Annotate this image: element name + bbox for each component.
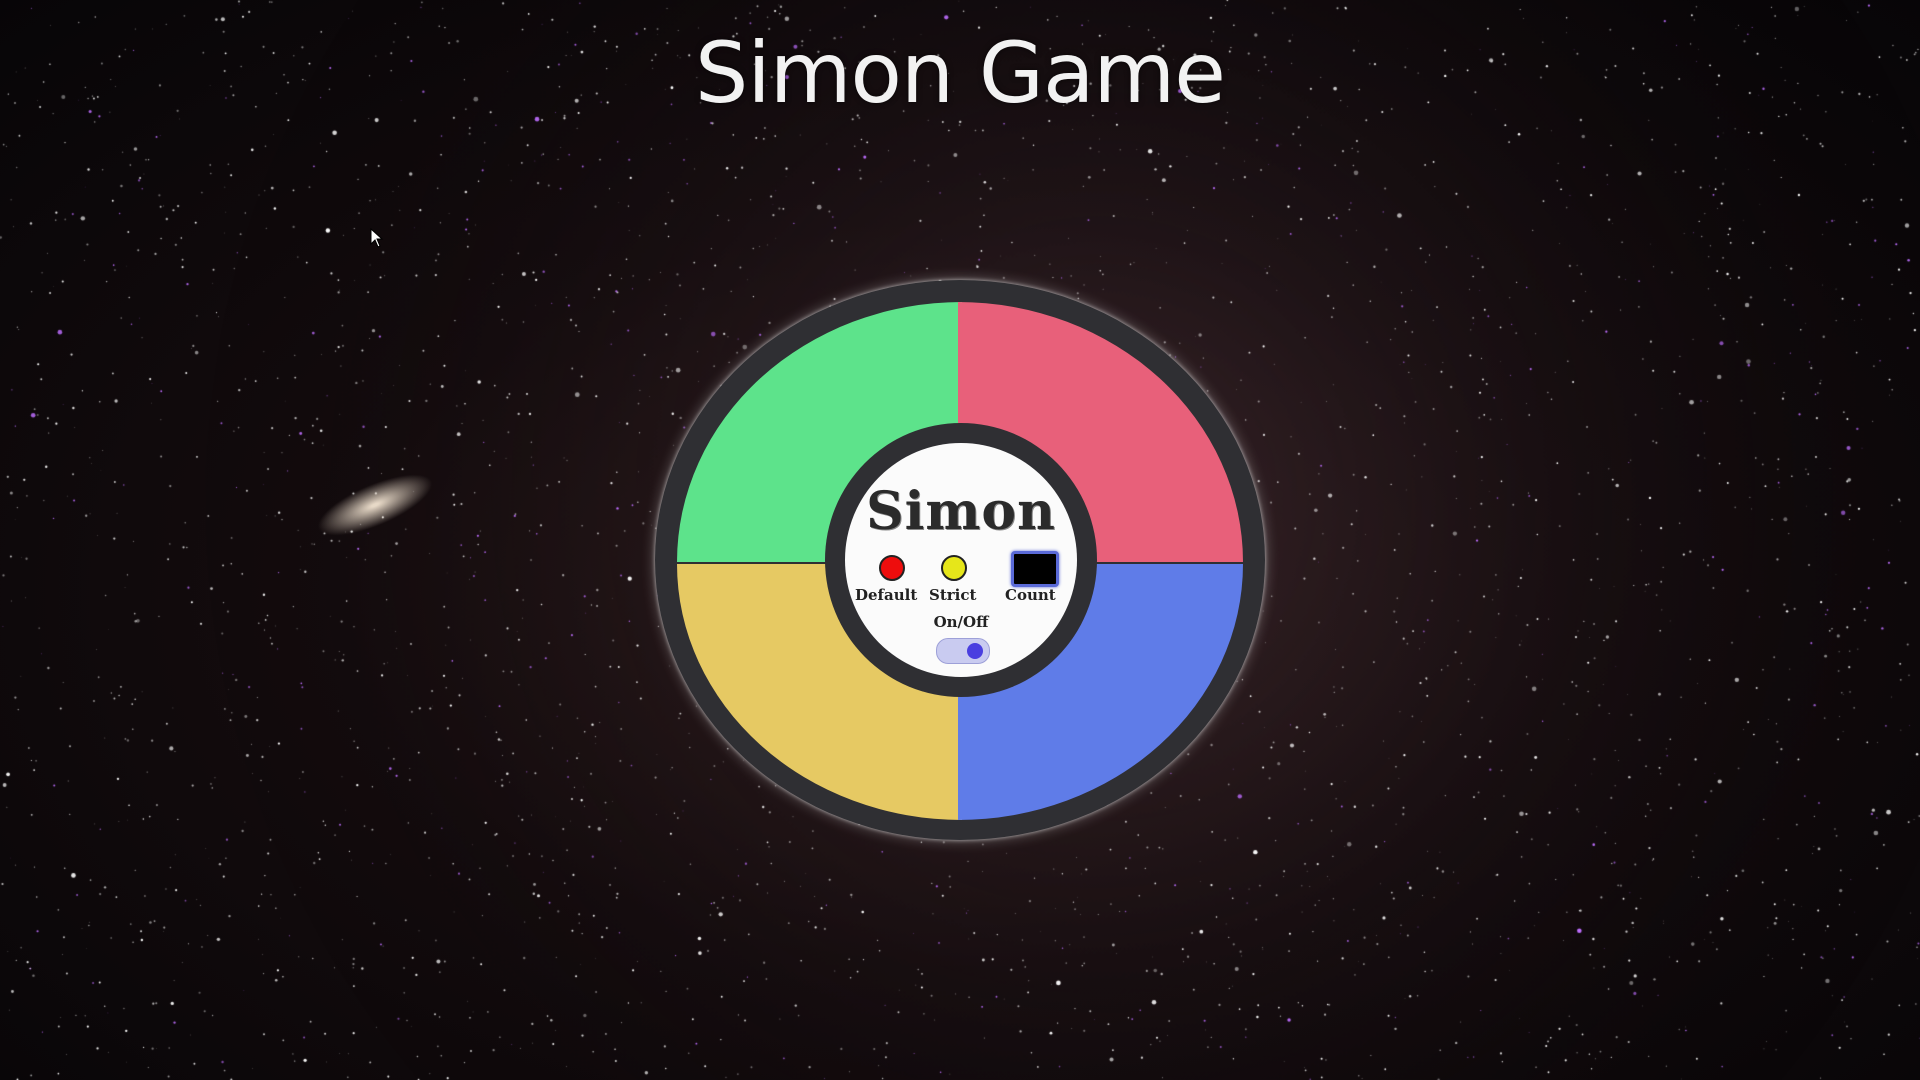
power-toggle-knob[interactable] [967,643,983,659]
default-label: Default [855,586,918,604]
count-label: Count [1005,586,1056,604]
simon-board: Simon Default Strict Count On/Off [655,280,1265,840]
mouse-cursor-icon [370,228,384,248]
onoff-label: On/Off [933,613,989,631]
strict-mode-button[interactable] [941,555,967,581]
simon-logo: Simon [866,481,1056,542]
count-display [1011,551,1059,587]
control-ring: Simon Default Strict Count On/Off [825,423,1097,697]
page-title: Simon Game [695,24,1226,122]
default-mode-button[interactable] [879,555,905,581]
strict-label: Strict [929,586,977,604]
power-toggle[interactable] [936,638,990,664]
control-panel: Simon Default Strict Count On/Off [845,443,1077,677]
